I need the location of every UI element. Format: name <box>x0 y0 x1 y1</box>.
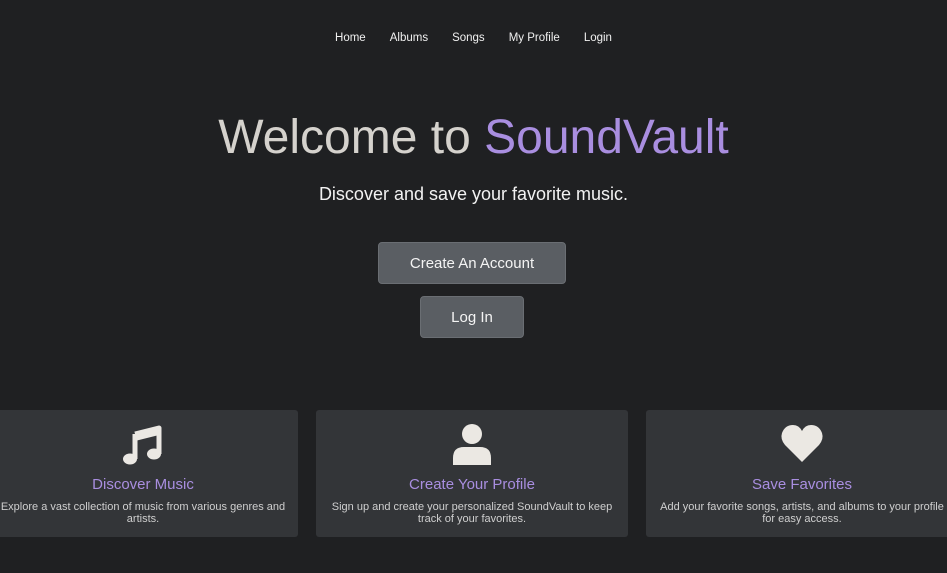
music-note-icon <box>121 422 165 466</box>
hero-subtitle: Discover and save your favorite music. <box>318 184 629 204</box>
login-button[interactable]: Log In <box>420 296 524 338</box>
nav-login-link[interactable]: Login <box>572 28 624 48</box>
top-nav: Home Albums Songs My Profile Login <box>0 28 947 48</box>
nav-albums-link[interactable]: Albums <box>378 28 440 48</box>
feature-description: Explore a vast collection of music from … <box>0 501 286 525</box>
nav-my-profile-link[interactable]: My Profile <box>497 28 572 48</box>
user-icon <box>450 422 494 466</box>
feature-description: Add your favorite songs, artists, and al… <box>660 501 944 525</box>
feature-title: Create Your Profile <box>409 476 535 493</box>
feature-card-create-profile: Create Your Profile Sign up and create y… <box>316 410 628 537</box>
brand-name: SoundVault <box>484 111 729 164</box>
nav-songs-link[interactable]: Songs <box>440 28 497 48</box>
create-account-button[interactable]: Create An Account <box>378 242 566 284</box>
hero-title: Welcome to SoundVault <box>0 110 947 166</box>
feature-title: Discover Music <box>92 476 194 493</box>
feature-description: Sign up and create your personalized Sou… <box>331 501 613 525</box>
heart-icon <box>780 422 824 466</box>
feature-card-discover-music: Discover Music Explore a vast collection… <box>0 410 298 537</box>
feature-card-save-favorites: Save Favorites Add your favorite songs, … <box>646 410 947 537</box>
feature-title: Save Favorites <box>751 476 853 493</box>
hero-title-prefix: Welcome to <box>218 111 485 164</box>
nav-home-link[interactable]: Home <box>323 28 378 48</box>
